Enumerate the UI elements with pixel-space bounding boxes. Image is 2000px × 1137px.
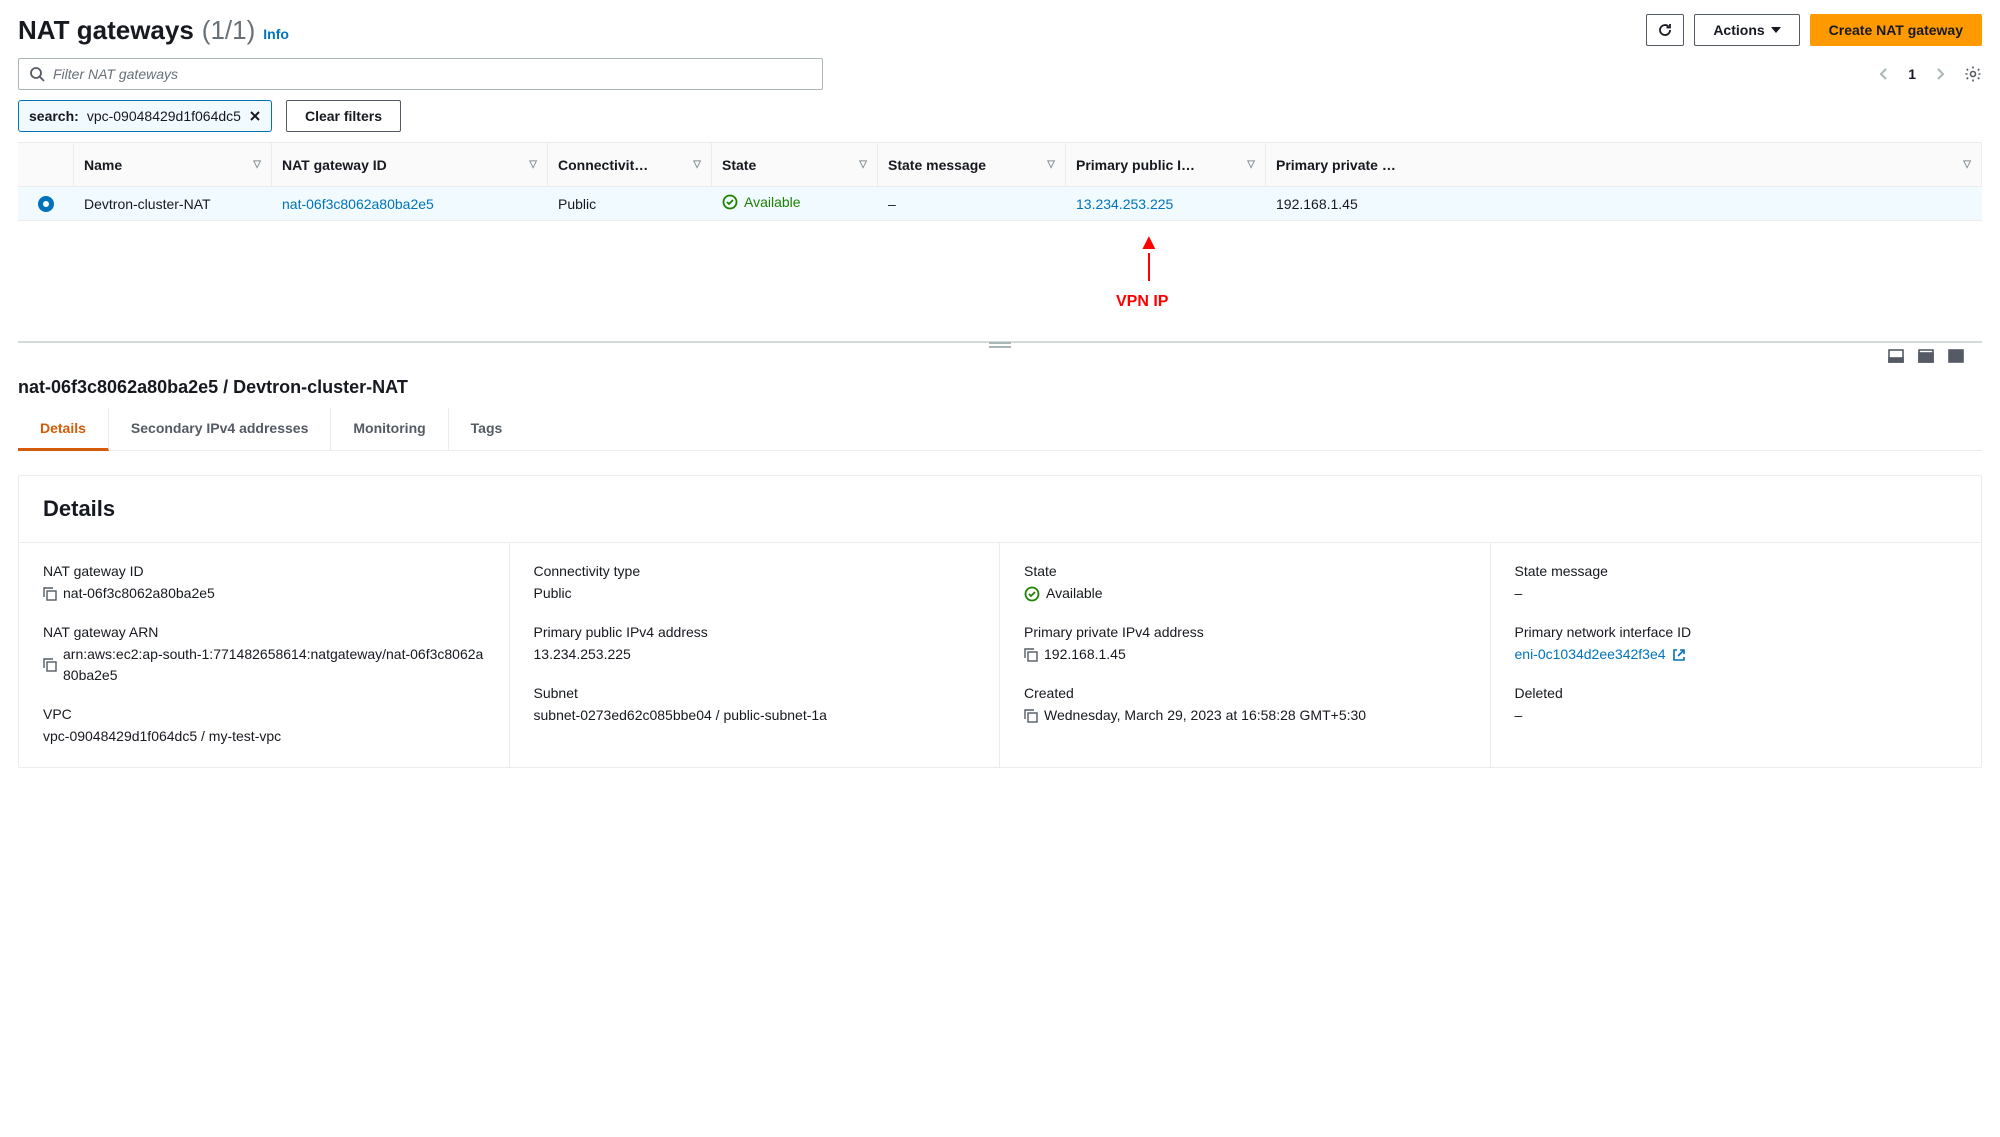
sort-icon[interactable]: ▽ — [1047, 159, 1055, 170]
label-created: Created — [1024, 685, 1466, 701]
value-deleted: – — [1515, 705, 1958, 726]
filter-chip[interactable]: search: vpc-09048429d1f064dc5 — [18, 100, 272, 132]
label-statemsg: State message — [1515, 563, 1958, 579]
panel-bottom-icon[interactable] — [1888, 349, 1904, 363]
value-conn: Public — [534, 583, 976, 604]
value-nat-id: nat-06f3c8062a80ba2e5 — [63, 583, 215, 604]
external-link-icon[interactable] — [1672, 648, 1686, 662]
tab-secondary[interactable]: Secondary IPv4 addresses — [109, 408, 331, 450]
page-next[interactable] — [1934, 67, 1946, 81]
gear-icon — [1964, 65, 1982, 83]
label-eni: Primary network interface ID — [1515, 624, 1958, 640]
value-vpc[interactable]: vpc-09048429d1f064dc5 / my-test-vpc — [43, 726, 485, 747]
col-priv-ip[interactable]: Primary private … — [1276, 157, 1396, 173]
tab-tags[interactable]: Tags — [449, 408, 525, 450]
cell-priv-ip: 192.168.1.45 — [1266, 196, 1982, 212]
panel-full-icon[interactable] — [1918, 349, 1934, 363]
page-number: 1 — [1908, 66, 1916, 82]
copy-icon[interactable] — [43, 587, 57, 601]
sort-icon[interactable]: ▽ — [859, 159, 867, 170]
value-pub[interactable]: 13.234.253.225 — [534, 644, 976, 665]
filter-chip-key: search: — [29, 108, 79, 124]
clear-filters-button[interactable]: Clear filters — [286, 100, 401, 132]
chevron-right-icon — [1934, 67, 1946, 81]
label-vpc: VPC — [43, 706, 485, 722]
sort-icon[interactable]: ▽ — [253, 159, 261, 170]
tab-monitoring[interactable]: Monitoring — [331, 408, 448, 450]
cell-id[interactable]: nat-06f3c8062a80ba2e5 — [272, 196, 548, 212]
label-state: State — [1024, 563, 1466, 579]
label-deleted: Deleted — [1515, 685, 1958, 701]
item-count: (1/1) — [202, 15, 255, 46]
refresh-icon — [1657, 22, 1673, 38]
info-link[interactable]: Info — [263, 26, 289, 42]
value-created: Wednesday, March 29, 2023 at 16:58:28 GM… — [1044, 705, 1366, 726]
col-id[interactable]: NAT gateway ID — [282, 157, 387, 173]
label-pub: Primary public IPv4 address — [534, 624, 976, 640]
col-connectivity[interactable]: Connectivit… — [558, 157, 648, 173]
settings-button[interactable] — [1964, 65, 1982, 83]
pane-splitter[interactable] — [18, 341, 1982, 359]
sort-icon[interactable]: ▽ — [1247, 159, 1255, 170]
annotation-label: VPN IP — [1116, 293, 1168, 311]
col-state-msg[interactable]: State message — [888, 157, 986, 173]
sort-icon[interactable]: ▽ — [693, 159, 701, 170]
refresh-button[interactable] — [1646, 14, 1684, 46]
copy-icon[interactable] — [1024, 648, 1038, 662]
cell-state-msg: – — [878, 196, 1066, 212]
value-priv: 192.168.1.45 — [1044, 644, 1126, 665]
check-circle-icon — [722, 194, 738, 210]
col-pub-ip[interactable]: Primary public I… — [1076, 157, 1195, 173]
table-row[interactable]: Devtron-cluster-NAT nat-06f3c8062a80ba2e… — [18, 187, 1982, 221]
check-circle-icon — [1024, 586, 1040, 602]
panel-title: Details — [19, 476, 1981, 543]
sort-icon[interactable]: ▽ — [529, 159, 537, 170]
cell-state: Available — [722, 194, 801, 210]
value-subnet[interactable]: subnet-0273ed62c085bbe04 / public-subnet… — [534, 705, 976, 726]
value-eni[interactable]: eni-0c1034d2ee342f3e4 — [1515, 644, 1666, 665]
detail-title: nat-06f3c8062a80ba2e5 / Devtron-cluster-… — [18, 377, 1982, 398]
filter-chip-value: vpc-09048429d1f064dc5 — [87, 108, 241, 124]
create-button[interactable]: Create NAT gateway — [1810, 14, 1982, 46]
detail-tabs: Details Secondary IPv4 addresses Monitor… — [18, 408, 1982, 451]
search-input-wrap[interactable] — [18, 58, 823, 90]
col-name[interactable]: Name — [84, 157, 122, 173]
copy-icon[interactable] — [43, 658, 57, 672]
cell-name: Devtron-cluster-NAT — [74, 196, 272, 212]
panel-max-icon[interactable] — [1948, 349, 1964, 363]
sort-icon[interactable]: ▽ — [1963, 159, 1971, 170]
label-nat-id: NAT gateway ID — [43, 563, 485, 579]
tab-details[interactable]: Details — [18, 408, 109, 451]
value-arn: arn:aws:ec2:ap-south-1:771482658614:natg… — [63, 644, 485, 686]
label-conn: Connectivity type — [534, 563, 976, 579]
copy-icon[interactable] — [1024, 709, 1038, 723]
label-priv: Primary private IPv4 address — [1024, 624, 1466, 640]
search-icon — [29, 66, 45, 82]
details-panel: Details NAT gateway ID nat-06f3c8062a80b… — [18, 475, 1982, 768]
caret-down-icon — [1771, 25, 1781, 35]
value-state: Available — [1046, 583, 1103, 604]
search-input[interactable] — [53, 66, 812, 82]
col-state[interactable]: State — [722, 157, 756, 173]
nat-table: Name ▽ NAT gateway ID ▽ Connectivit… ▽ Stat… — [18, 142, 1982, 221]
value-statemsg: – — [1515, 583, 1958, 604]
cell-connectivity: Public — [548, 196, 712, 212]
actions-label: Actions — [1713, 22, 1764, 38]
chevron-left-icon — [1878, 67, 1890, 81]
annotation: ▲ VPN IP — [18, 221, 1982, 341]
actions-button[interactable]: Actions — [1694, 14, 1799, 46]
filter-chip-close[interactable] — [249, 110, 261, 122]
close-icon — [249, 110, 261, 122]
cell-pub-ip[interactable]: 13.234.253.225 — [1066, 196, 1266, 212]
label-arn: NAT gateway ARN — [43, 624, 485, 640]
grip-icon — [989, 342, 1011, 348]
page-prev[interactable] — [1878, 67, 1890, 81]
label-subnet: Subnet — [534, 685, 976, 701]
row-radio[interactable] — [38, 196, 54, 212]
page-title: NAT gateways — [18, 15, 194, 46]
